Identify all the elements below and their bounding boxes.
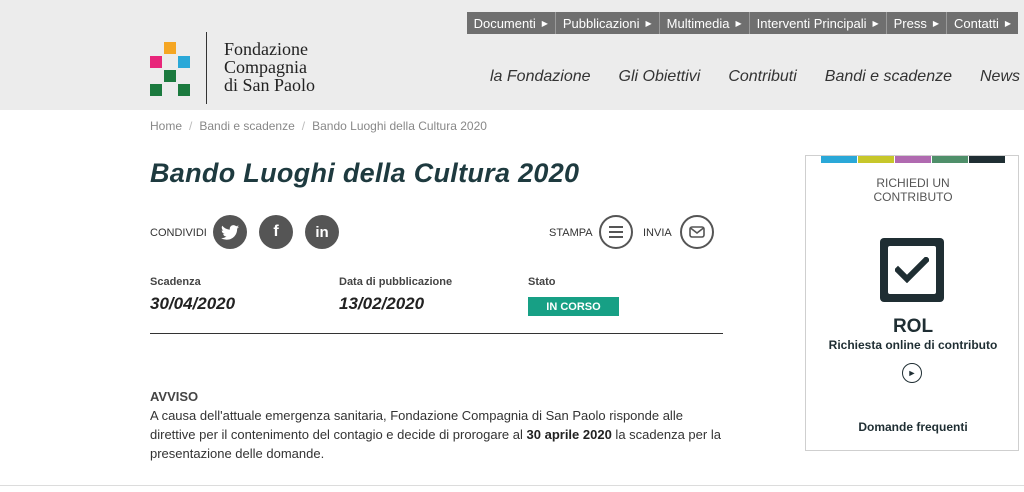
topnav-contatti[interactable]: Contatti ▶ [946, 12, 1018, 34]
topnav-pubblicazioni[interactable]: Pubblicazioni ▶ [554, 12, 659, 34]
facebook-icon: f [273, 223, 279, 240]
mainnav-contributi[interactable]: Contributi [728, 68, 796, 86]
topnav-interventi[interactable]: Interventi Principali ▶ [748, 12, 886, 34]
mainnav-fondazione[interactable]: la Fondazione [490, 68, 591, 86]
print-label: STAMPA [549, 227, 593, 239]
breadcrumb-separator: / [189, 119, 193, 133]
notice-title: AVVISO [150, 389, 199, 404]
arrow-right-icon[interactable]: ► [902, 363, 922, 383]
linkedin-icon: in [315, 223, 329, 241]
breadcrumb-current: Bando Luoghi della Cultura 2020 [312, 119, 487, 133]
divider [0, 485, 1024, 486]
logo-divider [206, 32, 207, 104]
caret-right-icon: ▶ [735, 18, 742, 28]
mainnav-obiettivi[interactable]: Gli Obiettivi [619, 68, 701, 86]
deadline-value: 30/04/2020 [150, 294, 236, 313]
rol-title[interactable]: ROL [806, 316, 1020, 338]
top-utility-nav: Documenti ▶ Pubblicazioni ▶ Multimedia ▶ In… [466, 12, 1018, 34]
caret-right-icon: ▶ [645, 18, 652, 28]
checkbox-icon[interactable] [880, 238, 944, 302]
status-label: Stato [528, 276, 556, 288]
caret-right-icon: ▶ [932, 18, 940, 28]
status-badge: IN CORSO [528, 297, 619, 316]
twitter-share-button[interactable] [213, 215, 247, 249]
request-contribution-box: RICHIEDI UN CONTRIBUTO ROL Richiesta onl… [805, 155, 1019, 451]
mainnav-news[interactable]: News [980, 68, 1020, 86]
divider [150, 333, 723, 334]
twitter-icon [221, 224, 239, 240]
facebook-share-button[interactable]: f [259, 215, 293, 249]
send-label: INVIA [643, 227, 672, 239]
color-strip [821, 156, 1006, 163]
notice-date-highlight: 30 aprile 2020 [526, 427, 612, 442]
published-value: 13/02/2020 [339, 294, 425, 313]
topnav-multimedia[interactable]: Multimedia ▶ [658, 12, 749, 34]
notice-text: A causa dell'attuale emergenza sanitaria… [150, 408, 721, 461]
main-nav: la Fondazione Gli Obiettivi Contributi B… [490, 68, 1024, 86]
caret-right-icon: ▶ [872, 18, 879, 28]
topnav-press[interactable]: Press ▶ [885, 12, 946, 34]
deadline-label: Scadenza [150, 276, 201, 288]
print-button[interactable] [599, 215, 633, 249]
breadcrumb-separator: / [301, 119, 306, 133]
request-contribution-heading: RICHIEDI UN CONTRIBUTO [873, 176, 953, 204]
caret-right-icon: ▶ [541, 18, 548, 28]
site-header: Documenti ▶ Pubblicazioni ▶ Multimedia ▶ In… [0, 0, 1024, 110]
envelope-icon [689, 226, 705, 238]
mainnav-bandi[interactable]: Bandi e scadenze [825, 68, 952, 86]
caret-right-icon: ▶ [1004, 18, 1011, 28]
logo-mark-icon [150, 42, 192, 96]
topnav-documenti[interactable]: Documenti ▶ [467, 12, 555, 34]
breadcrumb-section[interactable]: Bandi e scadenze [199, 119, 294, 133]
breadcrumb: Home / Bandi e scadenze / Bando Luoghi d… [150, 119, 487, 133]
linkedin-share-button[interactable]: in [305, 215, 339, 249]
logo-wordmark: Fondazione Compagnia di San Paolo [224, 39, 316, 95]
faq-link[interactable]: Domande frequenti [806, 420, 1020, 434]
rol-subtitle[interactable]: Richiesta online di contributo [806, 338, 1020, 352]
site-logo[interactable]: Fondazione Compagnia di San Paolo [150, 32, 330, 106]
page-title: Bando Luoghi della Cultura 2020 [150, 158, 580, 188]
menu-lines-icon [609, 226, 623, 238]
share-label: CONDIVIDI [150, 227, 207, 239]
breadcrumb-home[interactable]: Home [150, 119, 182, 133]
send-button[interactable] [680, 215, 714, 249]
published-label: Data di pubblicazione [339, 276, 453, 288]
